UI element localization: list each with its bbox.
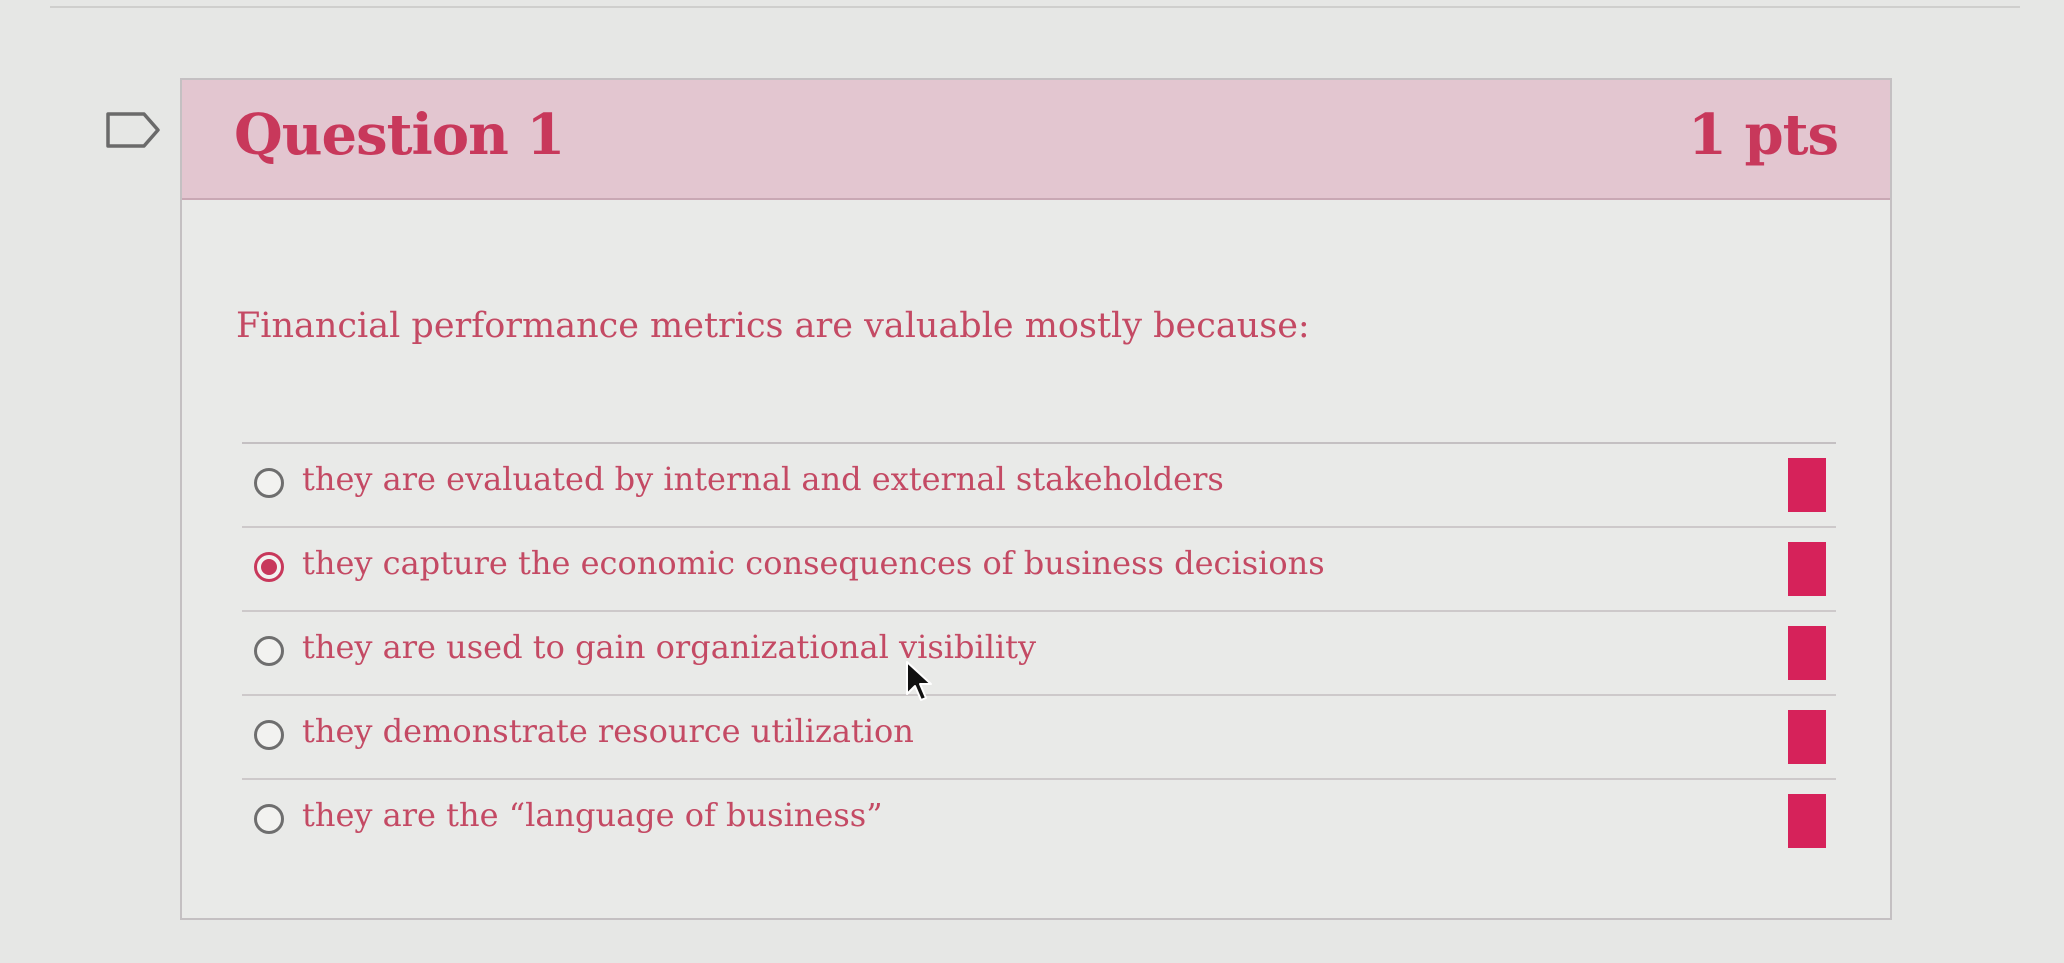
- question-prompt: Financial performance metrics are valuab…: [236, 306, 1310, 346]
- answer-marker-5: [1788, 794, 1826, 848]
- answer-radio-3[interactable]: [254, 636, 284, 666]
- answer-marker-2: [1788, 542, 1826, 596]
- question-card: Question 1 1 pts Financial performance m…: [180, 78, 1892, 920]
- mouse-pointer-icon: [906, 661, 932, 701]
- answer-marker-4: [1788, 710, 1826, 764]
- answer-option-4[interactable]: they demonstrate resource utilization: [242, 696, 1836, 780]
- question-points: 1 pts: [1687, 102, 1839, 168]
- answer-radio-4[interactable]: [254, 720, 284, 750]
- answer-label-1[interactable]: they are evaluated by internal and exter…: [302, 460, 1224, 498]
- answer-radio-2[interactable]: [254, 552, 284, 582]
- answer-radio-1[interactable]: [254, 468, 284, 498]
- answer-marker-1: [1788, 458, 1826, 512]
- answer-label-5[interactable]: they are the “language of business”: [302, 796, 883, 834]
- answer-option-1[interactable]: they are evaluated by internal and exter…: [242, 444, 1836, 528]
- answer-marker-3: [1788, 626, 1826, 680]
- flag-question-icon[interactable]: [104, 110, 164, 150]
- answer-option-5[interactable]: they are the “language of business”: [242, 780, 1836, 862]
- answer-label-2[interactable]: they capture the economic consequences o…: [302, 544, 1325, 582]
- answer-option-2[interactable]: they capture the economic consequences o…: [242, 528, 1836, 612]
- answer-option-3[interactable]: they are used to gain organizational vis…: [242, 612, 1836, 696]
- answer-list: they are evaluated by internal and exter…: [242, 442, 1836, 862]
- question-header: Question 1 1 pts: [182, 80, 1890, 200]
- question-title: Question 1: [234, 102, 565, 168]
- answer-radio-5[interactable]: [254, 804, 284, 834]
- top-divider: [50, 6, 2020, 8]
- answer-label-4[interactable]: they demonstrate resource utilization: [302, 712, 914, 750]
